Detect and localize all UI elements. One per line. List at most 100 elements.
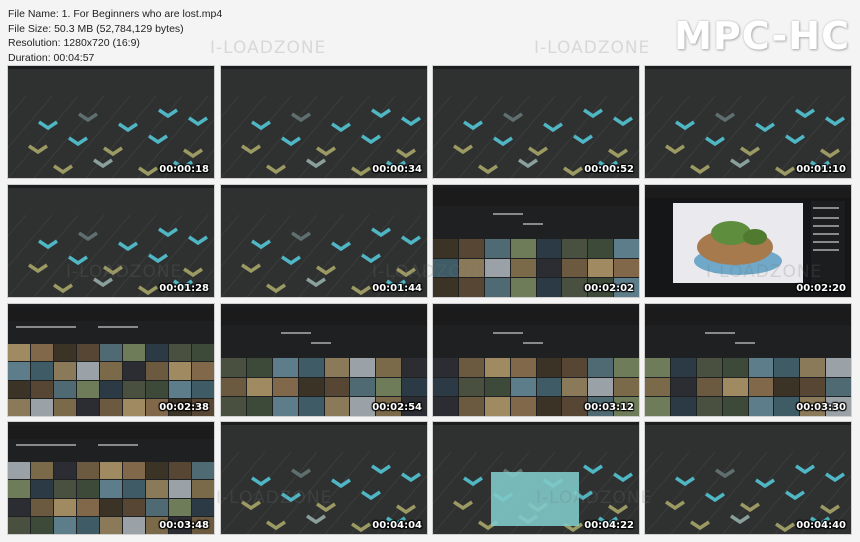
app-toolbar bbox=[645, 188, 851, 198]
image-tile bbox=[123, 380, 145, 398]
image-tile bbox=[748, 358, 774, 377]
hex-pattern-background bbox=[221, 95, 427, 178]
image-tile bbox=[31, 462, 53, 480]
ui-text bbox=[705, 332, 735, 334]
video-thumbnail[interactable]: 00:03:30 bbox=[645, 304, 851, 416]
image-tile bbox=[221, 397, 246, 416]
image-tile bbox=[77, 498, 99, 516]
timestamp: 00:02:20 bbox=[796, 283, 846, 294]
video-thumbnail[interactable]: 00:02:38 bbox=[8, 304, 214, 416]
image-tile bbox=[54, 480, 76, 498]
watermark: I-LOADZONE bbox=[706, 262, 823, 282]
video-thumbnail[interactable]: 00:04:40 bbox=[645, 422, 851, 534]
image-tile bbox=[77, 516, 99, 534]
image-tile bbox=[670, 358, 696, 377]
timestamp: 00:02:38 bbox=[159, 402, 209, 413]
file-size: File Size: 50.3 MB (52,784,129 bytes) bbox=[8, 22, 184, 35]
image-tile bbox=[31, 398, 53, 416]
image-tile bbox=[324, 377, 350, 397]
image-tile bbox=[645, 377, 670, 397]
image-tile bbox=[614, 377, 639, 397]
image-tile bbox=[192, 498, 214, 516]
image-tile bbox=[670, 377, 696, 397]
timestamp: 00:01:10 bbox=[796, 164, 846, 175]
image-tile bbox=[8, 344, 30, 362]
image-tile bbox=[31, 344, 53, 362]
ui-text bbox=[311, 342, 331, 344]
image-tile bbox=[696, 377, 722, 397]
timestamp: 00:00:52 bbox=[584, 164, 634, 175]
video-thumbnail[interactable]: 00:01:10 bbox=[645, 66, 851, 178]
timestamp: 00:00:18 bbox=[159, 164, 209, 175]
image-tile bbox=[826, 377, 851, 397]
timestamp: 00:02:02 bbox=[584, 283, 634, 294]
timestamp: 00:04:04 bbox=[372, 520, 422, 531]
image-tile bbox=[696, 397, 722, 416]
timestamp: 00:03:48 bbox=[159, 520, 209, 531]
image-tile bbox=[774, 377, 800, 397]
image-tile bbox=[77, 462, 99, 480]
video-thumbnail[interactable]: 00:00:52 bbox=[433, 66, 639, 178]
image-tile bbox=[31, 362, 53, 380]
image-tile bbox=[433, 397, 458, 416]
image-tile bbox=[562, 258, 588, 278]
ui-text bbox=[16, 326, 76, 328]
ui-text bbox=[813, 225, 839, 227]
video-thumbnail[interactable]: 00:03:12 bbox=[433, 304, 639, 416]
app-toolbar bbox=[645, 307, 851, 325]
image-tile bbox=[402, 377, 427, 397]
image-tile bbox=[272, 397, 298, 416]
video-thumbnail[interactable]: 00:00:34 bbox=[221, 66, 427, 178]
image-tile bbox=[458, 239, 484, 258]
image-tile bbox=[77, 398, 99, 416]
image-tile bbox=[8, 462, 30, 480]
image-tile bbox=[146, 480, 168, 498]
image-tile bbox=[588, 239, 614, 258]
image-tile bbox=[298, 397, 324, 416]
image-tile bbox=[562, 239, 588, 258]
video-thumbnail[interactable]: 00:04:22 bbox=[433, 422, 639, 534]
image-tile bbox=[588, 377, 614, 397]
ui-text bbox=[493, 332, 523, 334]
image-tile bbox=[169, 498, 191, 516]
image-tile bbox=[645, 358, 670, 377]
image-tile bbox=[169, 344, 191, 362]
image-tile bbox=[77, 480, 99, 498]
image-tile bbox=[433, 239, 458, 258]
video-thumbnail[interactable]: 00:04:04 bbox=[221, 422, 427, 534]
image-tile bbox=[8, 362, 30, 380]
ui-text bbox=[523, 342, 543, 344]
hex-pattern-background bbox=[645, 95, 851, 178]
image-tile bbox=[376, 358, 402, 377]
video-thumbnail[interactable]: 00:00:18 bbox=[8, 66, 214, 178]
image-tile bbox=[169, 462, 191, 480]
image-tile bbox=[510, 278, 536, 297]
image-tile bbox=[484, 239, 510, 258]
image-tile bbox=[192, 380, 214, 398]
image-tile bbox=[192, 480, 214, 498]
image-tile bbox=[77, 344, 99, 362]
image-tile bbox=[376, 377, 402, 397]
image-tile bbox=[123, 362, 145, 380]
image-tile bbox=[146, 498, 168, 516]
image-tile bbox=[246, 377, 272, 397]
video-thumbnail[interactable]: 00:03:48 bbox=[8, 422, 214, 534]
image-tile bbox=[100, 380, 122, 398]
thumbnail-grid: 00:00:18 00:00:34 00:00:52 00:01:10 00:01:28… bbox=[8, 66, 854, 534]
image-tile bbox=[54, 462, 76, 480]
image-tile bbox=[54, 516, 76, 534]
image-tile bbox=[8, 380, 30, 398]
image-tile bbox=[192, 462, 214, 480]
ui-text bbox=[493, 213, 523, 215]
image-tile bbox=[588, 358, 614, 377]
image-tile bbox=[510, 258, 536, 278]
video-thumbnail[interactable]: 00:02:54 bbox=[221, 304, 427, 416]
image-tile bbox=[350, 377, 376, 397]
image-tile bbox=[800, 377, 826, 397]
hex-pattern-background bbox=[645, 451, 851, 534]
mpc-hc-logo: MPC-HC bbox=[674, 14, 850, 58]
image-tile bbox=[123, 480, 145, 498]
image-tile bbox=[54, 398, 76, 416]
image-tile bbox=[536, 397, 562, 416]
image-tile bbox=[484, 397, 510, 416]
